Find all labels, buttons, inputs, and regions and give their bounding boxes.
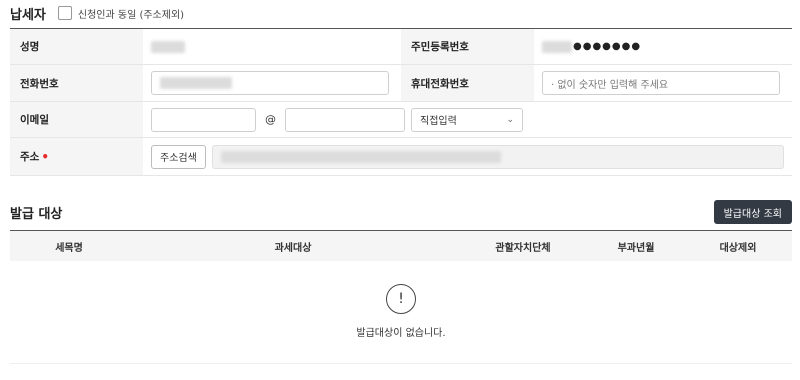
column-tax-object: 과세대상 [274, 242, 312, 254]
alert-icon: ! [386, 284, 416, 314]
chevron-down-icon: ⌄ [506, 114, 514, 125]
table-header-row: 세목명 과세대상 관할자치단체 부과년월 대상제외 [10, 231, 792, 261]
address-label-cell: 주소 • [10, 138, 143, 175]
phone-input[interactable] [151, 71, 389, 95]
form-row-address: 주소 • 주소검색 [10, 138, 792, 176]
form-row-phone: 전화번호 휴대전화번호 · 없이 숫자만 입력해 주세요 [10, 65, 792, 102]
email-domain-input[interactable] [285, 107, 405, 132]
email-domain-select-value: 직접입력 [420, 116, 457, 127]
name-value-redacted [151, 40, 185, 53]
rrn-masked-digits: ●●●●●●● [573, 41, 642, 52]
taxpayer-form-table: 성명 주민등록번호 ●●●●●●● 전화번호 휴대전화번호 · 없이 숫자만 입… [10, 28, 792, 176]
name-label: 성명 [10, 29, 143, 64]
address-search-button[interactable]: 주소검색 [151, 144, 206, 169]
address-input[interactable] [211, 144, 784, 169]
required-mark: • [41, 149, 49, 164]
phone-value-cell [143, 65, 401, 101]
column-jurisdiction: 관할자치단체 [495, 242, 551, 254]
address-value-cell: 주소검색 [143, 138, 792, 175]
mobile-value-cell: · 없이 숫자만 입력해 주세요 [534, 65, 792, 101]
mobile-input[interactable]: · 없이 숫자만 입력해 주세요 [542, 71, 780, 95]
address-label: 주소 [20, 151, 40, 163]
same-as-applicant-checkbox[interactable]: 신청인과 동일 (주소제외) [57, 6, 185, 21]
taxpayer-title: 납세자 [10, 7, 46, 23]
email-domain-select[interactable]: 직접입력 ⌄ [411, 107, 523, 132]
mobile-label: 휴대전화번호 [401, 65, 534, 101]
empty-message: 발급대상이 없습니다. [356, 328, 446, 339]
phone-value-redacted [160, 77, 232, 89]
column-tax-item: 세목명 [55, 242, 83, 254]
issue-lookup-button[interactable]: 발급대상 조회 [713, 200, 792, 224]
issue-target-table: 세목명 과세대상 관할자치단체 부과년월 대상제외 ! 발급대상이 없습니다. [10, 230, 792, 364]
rrn-front-redacted [542, 40, 572, 53]
form-row-name: 성명 주민등록번호 ●●●●●●● [10, 29, 792, 65]
issue-title: 발급 대상 [10, 206, 63, 222]
email-at-sign: @ [265, 113, 276, 126]
column-exclude: 대상제외 [719, 242, 757, 254]
name-value-cell [143, 29, 401, 64]
checkbox-box[interactable] [57, 6, 72, 20]
email-label: 이메일 [10, 102, 143, 137]
address-value-redacted [220, 150, 501, 163]
phone-label: 전화번호 [10, 65, 143, 101]
column-levy-month: 부과년월 [617, 242, 655, 254]
rrn-value-cell: ●●●●●●● [534, 29, 792, 64]
taxpayer-section-header: 납세자 신청인과 동일 (주소제외) [10, 4, 185, 23]
empty-state: ! 발급대상이 없습니다. [10, 261, 792, 364]
form-row-email: 이메일 @ 직접입력 ⌄ [10, 102, 792, 138]
same-as-applicant-label: 신청인과 동일 (주소제외) [77, 9, 185, 21]
email-local-input[interactable] [151, 107, 256, 132]
issue-section-header: 발급 대상 발급대상 조회 [10, 200, 792, 224]
rrn-label: 주민등록번호 [401, 29, 534, 64]
email-value-cell: @ 직접입력 ⌄ [143, 102, 792, 137]
